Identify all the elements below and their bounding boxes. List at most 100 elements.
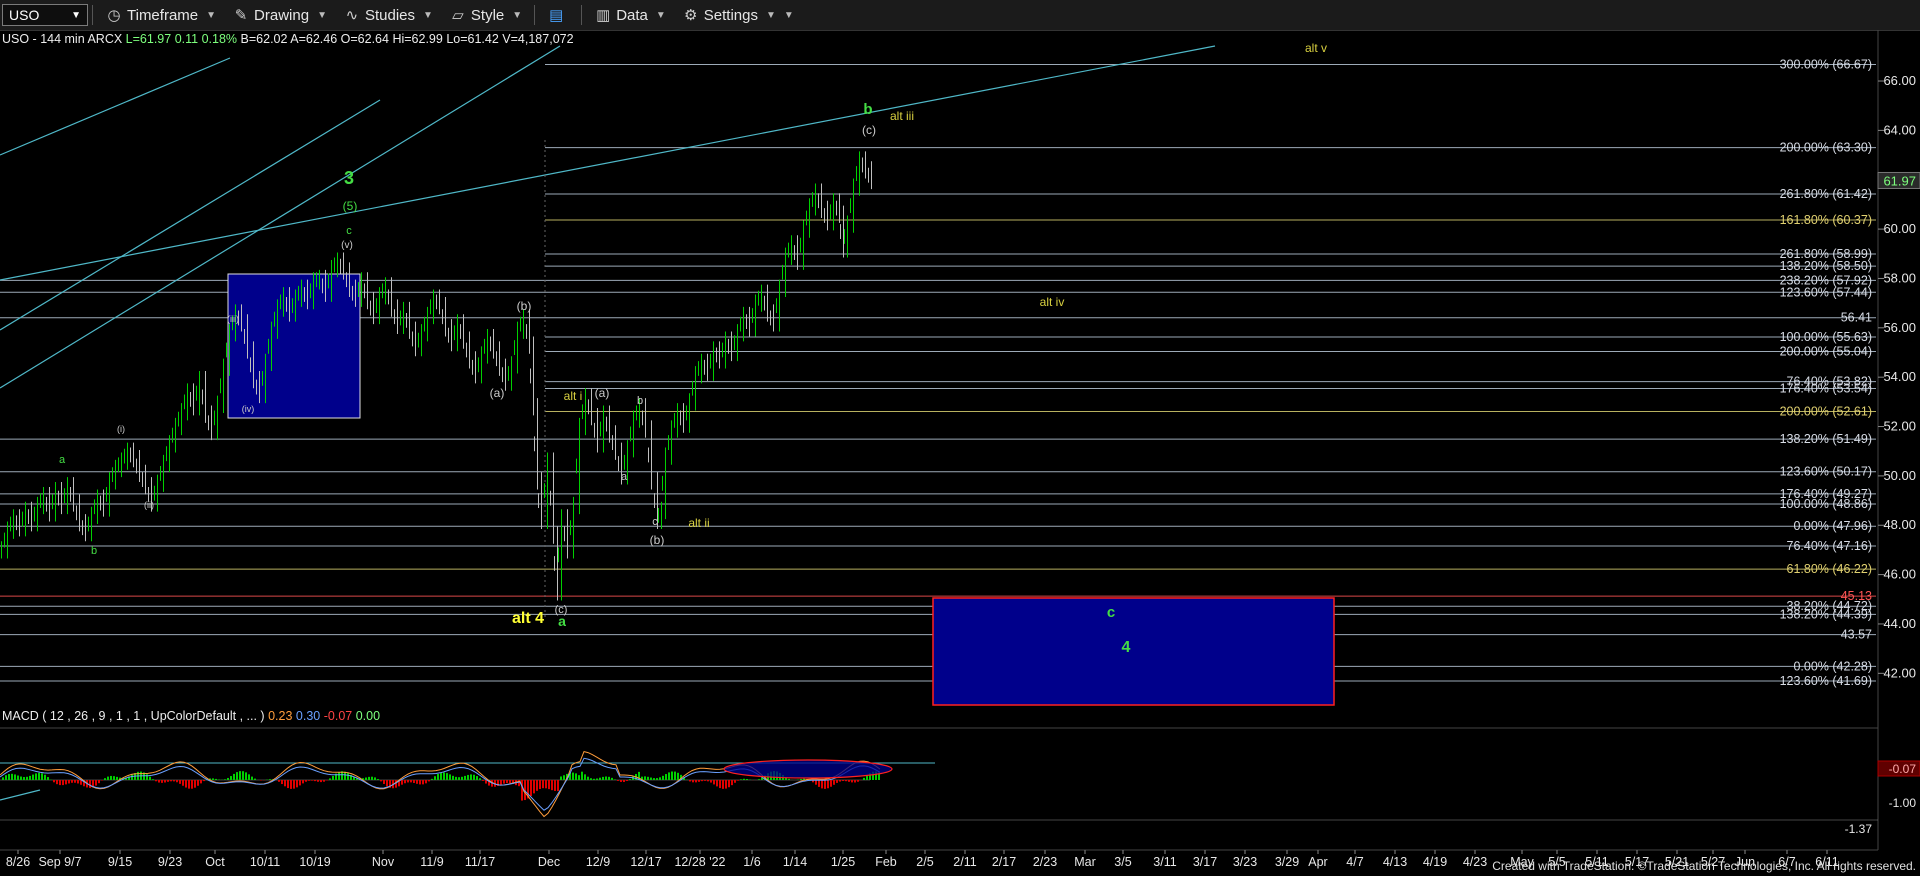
fib-label: 61.80% (46.22) (1787, 562, 1872, 576)
macd-panel: -1.37 -1.00 -0.07 (0, 727, 1920, 836)
macd-hist: -0.07 (323, 709, 353, 723)
time-tick-label: Feb (875, 855, 897, 869)
price-tick-label: 42.00 (1883, 665, 1916, 680)
time-tick-label: 2/17 (992, 855, 1016, 869)
wave-label: (b) (650, 533, 665, 547)
macd-zero: 0.00 (355, 709, 381, 723)
time-tick-label: 4/19 (1423, 855, 1447, 869)
macd-line (0, 751, 881, 818)
bid: B=62.02 (240, 32, 288, 46)
time-tick-label: 1/25 (831, 855, 855, 869)
wave-label: (c) (862, 123, 876, 137)
fib-label: 138.20% (58.50) (1780, 259, 1872, 273)
price-tick-label: 44.00 (1883, 616, 1916, 631)
target-boxes (227, 273, 1335, 706)
time-tick-label: 1/14 (783, 855, 807, 869)
wave-label: (a) (595, 386, 610, 400)
open: O=62.64 (340, 32, 389, 46)
price-chart[interactable]: 300.00% (66.67) 200.00% (63.30) 261.80% (6… (0, 30, 1920, 876)
studies-button[interactable]: ∿ Studies ▼ (335, 3, 441, 27)
wave-label: alt iv (1040, 295, 1065, 309)
time-tick-label: 1/6 (743, 855, 760, 869)
last-price: L=61.97 (125, 32, 172, 46)
fib-label: 56.41 (1841, 311, 1872, 325)
fib-label: 300.00% (66.67) (1780, 57, 1872, 71)
wave-label: alt 4 (512, 610, 544, 627)
trend-line (0, 789, 41, 801)
time-tick-label: Apr (1308, 855, 1327, 869)
target-box-wave-4 (932, 597, 1335, 706)
fib-label: 176.40% (53.54) (1780, 382, 1872, 396)
time-tick-label: 4/23 (1463, 855, 1487, 869)
wave-label: (iii) (227, 314, 239, 324)
time-tick-label: 3/29 (1275, 855, 1299, 869)
wave-label: c (1107, 604, 1115, 621)
volume: V=4,187,072 (502, 32, 574, 46)
macd-last-tag-label: -0.07 (1889, 762, 1917, 776)
wave-label: alt ii (688, 516, 709, 530)
price-series (1, 151, 872, 601)
settings-button[interactable]: ⚙ Settings ▼ ▼ (674, 3, 802, 27)
last-price-tag-label: 61.97 (1883, 173, 1916, 188)
style-button[interactable]: ▱ Style ▼ (441, 3, 530, 27)
price-tick-label: 52.00 (1883, 419, 1916, 434)
wave-label: b (863, 101, 872, 118)
pencil-icon: ✎ (234, 7, 248, 24)
wave-label: 4 (1122, 639, 1131, 656)
high: Hi=62.99 (392, 32, 443, 46)
wave-label: (i) (117, 424, 125, 434)
symbol-title: USO - 144 min ARCX (2, 32, 123, 46)
chevron-down-icon: ▼ (71, 9, 81, 21)
style-icon: ▱ (452, 7, 464, 24)
chevron-down-icon: ▼ (512, 9, 523, 21)
layout-icon: ▤ (549, 7, 564, 24)
drawing-button[interactable]: ✎ Drawing ▼ (224, 3, 335, 27)
symbol-input[interactable]: USO ▼ (2, 4, 88, 26)
wave-label: (a) (490, 386, 505, 400)
price-tick-label: 66.00 (1883, 73, 1916, 88)
time-tick-label: Nov (372, 855, 395, 869)
fib-label: 138.20% (44.39) (1780, 607, 1872, 621)
symbol-value: USO (9, 7, 40, 23)
time-tick-label: Dec (538, 855, 560, 869)
time-tick-label: 11/9 (420, 855, 443, 869)
fib-label: 0.00% (42.28) (1793, 659, 1872, 673)
settings-label: Settings (703, 6, 758, 24)
macd-value: 0.23 (268, 709, 293, 723)
wave-label: a (621, 471, 628, 483)
time-tick-label: 2/11 (953, 855, 976, 869)
wave-label: c (652, 516, 658, 528)
time-tick-label: 3/17 (1193, 855, 1217, 869)
low: Lo=61.42 (446, 32, 499, 46)
fib-label: 76.40% (47.16) (1787, 539, 1872, 553)
time-tick-label: 3/23 (1233, 855, 1257, 869)
time-tick-label: 9/15 (108, 855, 132, 869)
chevron-down-icon: ▼ (655, 9, 666, 21)
time-tick-label: 12/17 (630, 855, 661, 869)
time-tick-label: 11/17 (465, 855, 495, 869)
fib-label: 123.60% (41.69) (1780, 674, 1872, 688)
change: 0.11 (174, 32, 199, 46)
fib-label: 0.00% (47.96) (1793, 519, 1872, 533)
wave-label: (5) (343, 199, 358, 213)
time-tick-label: Mar (1074, 855, 1096, 869)
clock-icon: ◷ (107, 7, 121, 24)
studies-icon: ∿ (345, 7, 359, 24)
toolbar-divider (534, 5, 536, 25)
trend-line (0, 57, 231, 156)
time-tick-label: 2/23 (1033, 855, 1057, 869)
fib-label: 138.20% (51.49) (1780, 432, 1872, 446)
fib-label: 200.00% (55.04) (1780, 345, 1872, 359)
time-tick-label: 8/26 (6, 855, 30, 869)
toolbar-divider (92, 5, 93, 25)
data-button[interactable]: ▥ Data ▼ (586, 3, 674, 27)
wave-label: b (637, 395, 643, 407)
layout-button[interactable]: ▤ (539, 3, 577, 27)
wave-label: (iv) (242, 404, 255, 414)
fib-label: 161.80% (60.37) (1780, 213, 1872, 227)
wave-label: a (59, 454, 66, 466)
time-tick-label: Oct (205, 855, 225, 869)
timeframe-button[interactable]: ◷ Timeframe ▼ (97, 3, 224, 27)
wave-label: 3 (344, 168, 354, 188)
macd-divergence-highlight (723, 759, 893, 779)
